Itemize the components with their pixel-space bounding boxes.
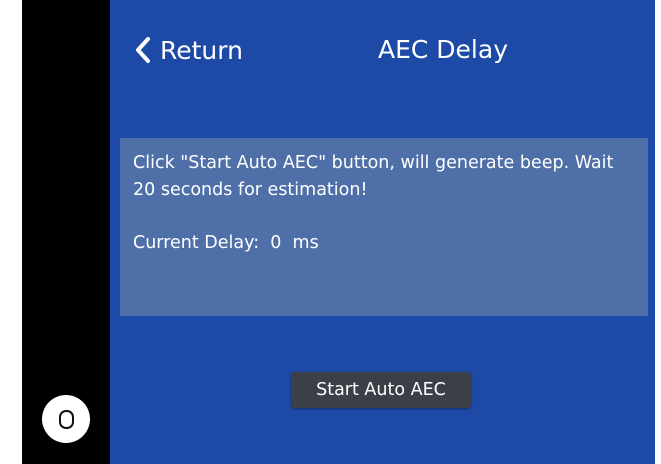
return-label: Return (160, 35, 243, 65)
home-icon (58, 409, 74, 429)
current-delay-row: Current Delay: 0 ms (133, 230, 319, 257)
info-panel: Click "Start Auto AEC" button, will gene… (120, 138, 648, 316)
delay-value: 0 (270, 233, 282, 253)
main-content: Return AEC Delay Click "Start Auto AEC" … (110, 0, 655, 464)
return-button[interactable]: Return (132, 30, 243, 70)
delay-label: Current Delay: (133, 233, 260, 253)
instruction-text: Click "Start Auto AEC" button, will gene… (133, 153, 614, 200)
device-screen: Return AEC Delay Click "Start Auto AEC" … (22, 0, 655, 464)
home-button[interactable] (42, 395, 90, 443)
start-auto-aec-button[interactable]: Start Auto AEC (291, 372, 471, 408)
chevron-left-icon (136, 37, 150, 63)
page-title: AEC Delay (378, 35, 508, 64)
navigation-bar (22, 0, 110, 464)
delay-unit: ms (292, 233, 319, 253)
